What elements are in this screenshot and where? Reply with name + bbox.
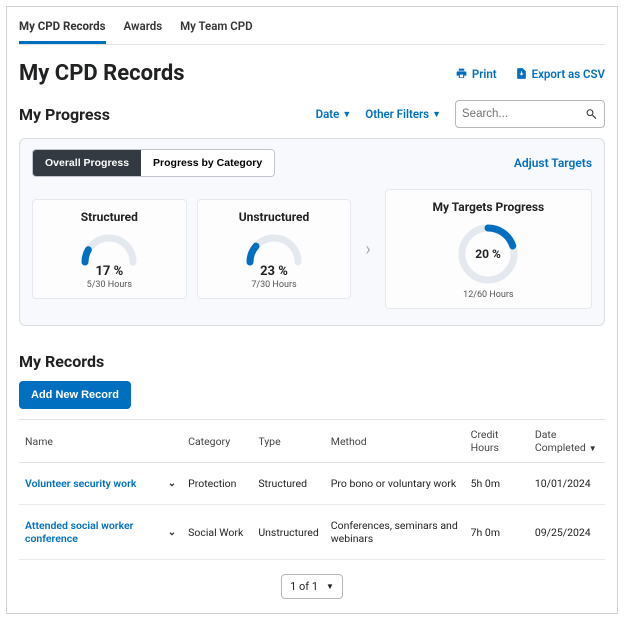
search-input[interactable]: [462, 108, 585, 120]
chevron-right-icon: ›: [361, 239, 374, 260]
chevron-down-icon: ▼: [342, 109, 351, 120]
tab-progress-by-category[interactable]: Progress by Category: [141, 150, 274, 176]
tab-my-team-cpd[interactable]: My Team CPD: [180, 13, 253, 44]
adjust-targets-link[interactable]: Adjust Targets: [514, 156, 592, 170]
filter-other-label: Other Filters: [365, 107, 429, 121]
pager-label: 1 of 1: [290, 580, 318, 593]
records-section: My Records Add New Record Name Category …: [19, 352, 605, 599]
add-new-record-button[interactable]: Add New Record: [19, 381, 131, 409]
chevron-down-icon: ▼: [326, 582, 334, 591]
main-tabs: My CPD Records Awards My Team CPD: [19, 7, 605, 45]
gauge-unstructured: Unstructured 23 % 7/30 Hours: [197, 199, 352, 299]
progress-header: My Progress Date ▼ Other Filters ▼: [19, 100, 605, 128]
svg-text:20 %: 20 %: [476, 247, 502, 261]
sort-desc-icon: ▼: [589, 444, 597, 453]
search-wrap: [455, 100, 605, 128]
gauge-structured-title: Structured: [37, 210, 182, 224]
title-row: My CPD Records Print Export as CSV: [19, 61, 605, 86]
col-completed-label: Date Completed: [535, 428, 586, 454]
gauge-unstructured-pct: 23 %: [202, 264, 347, 279]
chevron-down-icon[interactable]: ⌄: [168, 527, 176, 538]
record-credit: 5h 0m: [465, 463, 529, 505]
progress-card-top: Overall Progress Progress by Category Ad…: [32, 149, 592, 177]
record-completed: 09/25/2024: [529, 505, 605, 560]
gauge-unstructured-title: Unstructured: [202, 210, 347, 224]
tab-my-cpd-records[interactable]: My CPD Records: [19, 13, 106, 44]
gauge-targets-title: My Targets Progress: [390, 200, 587, 214]
print-icon: [455, 67, 468, 80]
record-category: Social Work: [182, 505, 252, 560]
record-method: Pro bono or voluntary work: [325, 463, 465, 505]
gauge-structured-sub: 5/30 Hours: [37, 280, 182, 290]
gauge-targets-sub: 12/60 Hours: [390, 290, 587, 300]
pager: 1 of 1 ▼: [19, 574, 605, 599]
gauge-structured-pct: 17 %: [37, 264, 182, 279]
record-completed: 10/01/2024: [529, 463, 605, 505]
filter-date[interactable]: Date ▼: [316, 107, 352, 121]
col-type[interactable]: Type: [252, 420, 324, 463]
pager-select[interactable]: 1 of 1 ▼: [281, 574, 343, 599]
print-button[interactable]: Print: [455, 67, 497, 81]
record-type: Unstructured: [252, 505, 324, 560]
record-credit: 7h 0m: [465, 505, 529, 560]
gauge-unstructured-sub: 7/30 Hours: [202, 280, 347, 290]
record-name-text: Volunteer security work: [25, 477, 136, 490]
filter-date-label: Date: [316, 107, 340, 121]
filter-other[interactable]: Other Filters ▼: [365, 107, 441, 121]
progress-title: My Progress: [19, 105, 110, 124]
col-completed[interactable]: Date Completed▼: [529, 420, 605, 463]
record-name-link[interactable]: Attended social worker conference ⌄: [25, 519, 176, 545]
gauge-targets: My Targets Progress 20 % 12/60 Hours: [385, 189, 592, 309]
title-actions: Print Export as CSV: [455, 67, 605, 81]
page-title: My CPD Records: [19, 61, 185, 86]
search-icon[interactable]: [585, 107, 598, 121]
progress-card: Overall Progress Progress by Category Ad…: [19, 138, 605, 326]
chevron-down-icon: ▼: [432, 109, 441, 120]
tab-awards[interactable]: Awards: [124, 13, 163, 44]
gauge-structured: Structured 17 % 5/30 Hours: [32, 199, 187, 299]
export-label: Export as CSV: [532, 67, 605, 81]
col-category[interactable]: Category: [182, 420, 252, 463]
gauge-structured-chart: [79, 232, 139, 266]
chevron-down-icon[interactable]: ⌄: [168, 478, 176, 489]
gauge-targets-chart: 20 %: [456, 222, 520, 286]
col-name[interactable]: Name: [19, 420, 182, 463]
print-label: Print: [472, 67, 497, 81]
col-method[interactable]: Method: [325, 420, 465, 463]
record-type: Structured: [252, 463, 324, 505]
table-row: Attended social worker conference ⌄ Soci…: [19, 505, 605, 560]
record-method: Conferences, seminars and webinars: [325, 505, 465, 560]
record-name-link[interactable]: Volunteer security work ⌄: [25, 477, 176, 490]
export-csv-button[interactable]: Export as CSV: [515, 67, 605, 81]
progress-filters: Date ▼ Other Filters ▼: [316, 100, 605, 128]
table-header-row: Name Category Type Method Credit Hours D…: [19, 420, 605, 463]
gauge-unstructured-chart: [244, 232, 304, 266]
record-name-text: Attended social worker conference: [25, 519, 160, 545]
progress-tab-buttons: Overall Progress Progress by Category: [32, 149, 275, 177]
records-title: My Records: [19, 352, 605, 371]
records-table: Name Category Type Method Credit Hours D…: [19, 419, 605, 560]
export-icon: [515, 67, 528, 80]
table-row: Volunteer security work ⌄ Protection Str…: [19, 463, 605, 505]
col-credit[interactable]: Credit Hours: [465, 420, 529, 463]
app-frame: My CPD Records Awards My Team CPD My CPD…: [6, 6, 618, 614]
record-category: Protection: [182, 463, 252, 505]
tab-overall-progress[interactable]: Overall Progress: [33, 150, 141, 176]
gauges-row: Structured 17 % 5/30 Hours Unstructured …: [32, 189, 592, 309]
